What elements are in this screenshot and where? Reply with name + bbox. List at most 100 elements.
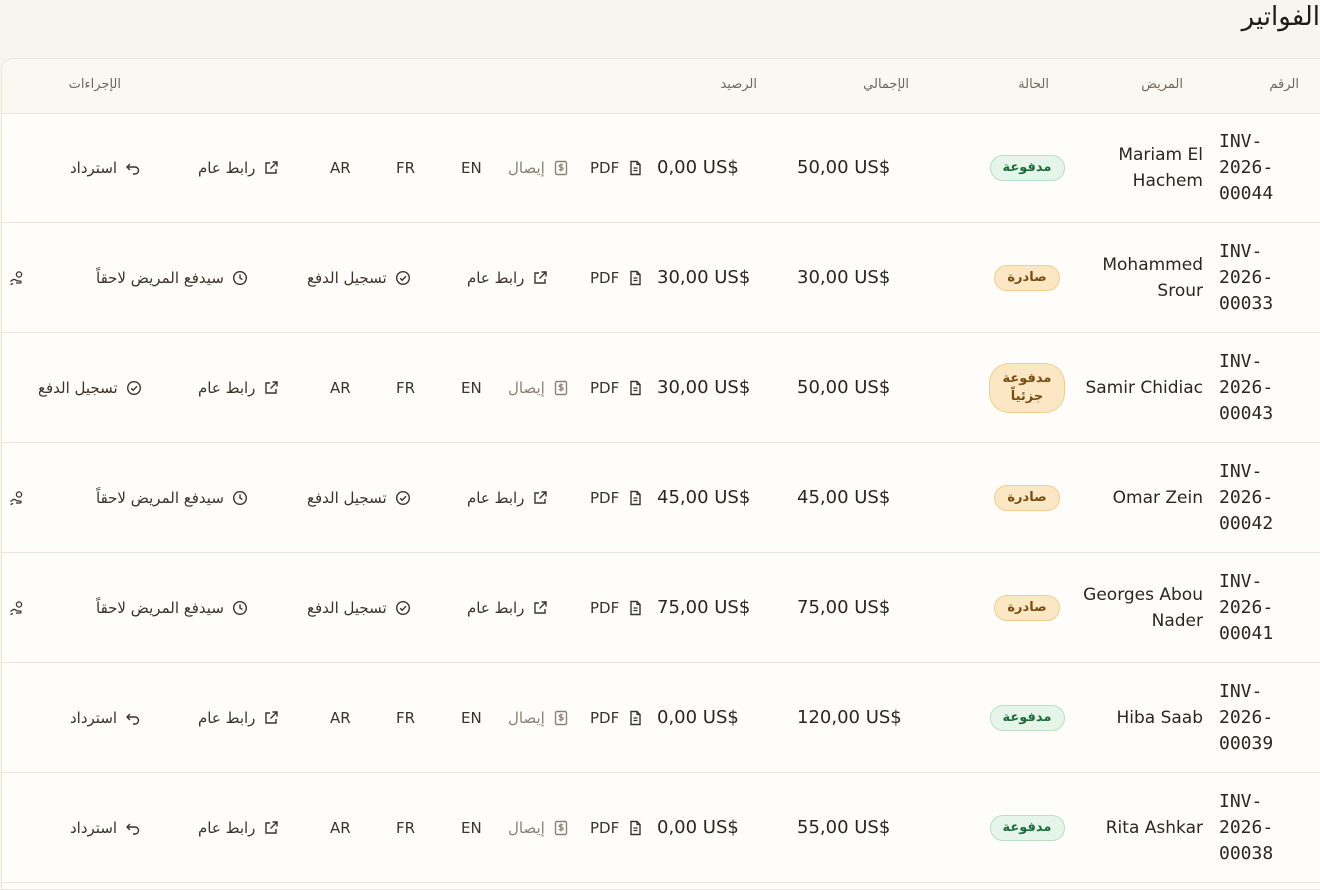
record-payment-button[interactable]: تسجيل الدفع [307, 223, 411, 332]
refund-button[interactable]: استرداد [70, 773, 141, 882]
more-action-button[interactable]: إع [1, 223, 25, 332]
invoice-number[interactable]: INV- 2026- 00033 [1219, 223, 1299, 332]
row-actions: PDF إيصال EN FR AR رابط عام استرداد [2, 113, 649, 222]
action-label: EN [461, 819, 482, 837]
col-patient[interactable]: المريض [1141, 59, 1183, 113]
lang-en-button[interactable]: EN [461, 113, 482, 222]
invoice-number[interactable]: INV- 2026- 00041 [1219, 553, 1299, 662]
status-badge: مدفوعة جزئياً [989, 363, 1065, 413]
lang-en-button[interactable]: EN [461, 773, 482, 882]
public-link-button[interactable]: رابط عام [198, 773, 279, 882]
action-label: رابط عام [467, 269, 524, 287]
undo-icon [125, 710, 141, 726]
refund-button[interactable]: استرداد [70, 113, 141, 222]
invoice-balance: 0,00 US$ [657, 113, 797, 222]
table-row: INV- 2026- 00038 Rita Ashkar مدفوعة 55,0… [2, 773, 1320, 883]
invoice-total: 55,00 US$ [797, 773, 937, 882]
action-label: EN [461, 379, 482, 397]
invoice-number[interactable]: INV- 2026- 00042 [1219, 443, 1299, 552]
pay-later-button[interactable]: سيدفع المريض لاحقاً [96, 553, 248, 662]
more-action-button[interactable]: إع [1, 553, 25, 662]
action-label: إيصال [508, 709, 545, 727]
receipt-button[interactable]: إيصال [508, 663, 569, 772]
more-action-button[interactable]: إع [1, 443, 25, 552]
status-badge: مدفوعة [990, 815, 1065, 841]
public-link-button[interactable]: رابط عام [198, 333, 279, 442]
lang-fr-button[interactable]: FR [396, 773, 415, 882]
invoice-total: 30,00 US$ [797, 223, 937, 332]
refund-button[interactable]: استرداد [70, 663, 141, 772]
pdf-button[interactable]: PDF [590, 113, 643, 222]
pay-later-button[interactable]: سيدفع المريض لاحقاً [96, 223, 248, 332]
col-number[interactable]: الرقم [1269, 59, 1299, 113]
external-link-icon [263, 380, 279, 396]
invoice-balance: 45,00 US$ [657, 443, 797, 552]
invoice-balance: 30,00 US$ [657, 223, 797, 332]
invoice-number[interactable]: INV- 2026- 00043 [1219, 333, 1299, 442]
external-link-icon [263, 820, 279, 836]
pdf-button[interactable]: PDF [590, 443, 643, 552]
table-row: INV- 2026- 00043 Samir Chidiac مدفوعة جز… [2, 333, 1320, 443]
lang-fr-button[interactable]: FR [396, 333, 415, 442]
row-actions: PDF إيصال EN FR AR رابط عام تسجيل الدفع [2, 333, 649, 442]
pay-later-button[interactable]: سيدفع المريض لاحقاً [96, 443, 248, 552]
public-link-button[interactable]: رابط عام [198, 113, 279, 222]
invoice-balance: 30,00 US$ [657, 333, 797, 442]
public-link-button[interactable]: رابط عام [467, 443, 548, 552]
hand-coin-icon [9, 270, 25, 286]
status-cell: صادرة [987, 443, 1067, 552]
table-row: INV- 2026- 00041 Georges Abou Nader صادر… [2, 553, 1320, 663]
invoice-total: 50,00 US$ [797, 113, 937, 222]
pdf-button[interactable]: PDF [590, 333, 643, 442]
check-circle-icon [395, 490, 411, 506]
lang-fr-button[interactable]: FR [396, 113, 415, 222]
record-payment-button[interactable]: تسجيل الدفع [38, 333, 142, 442]
pdf-button[interactable]: PDF [590, 553, 643, 662]
action-label: PDF [590, 709, 619, 727]
document-icon [627, 600, 643, 616]
receipt-button[interactable]: إيصال [508, 333, 569, 442]
external-link-icon [263, 710, 279, 726]
action-label: رابط عام [198, 819, 255, 837]
status-cell: مدفوعة جزئياً [987, 333, 1067, 442]
action-label: FR [396, 159, 415, 177]
receipt-button[interactable]: إيصال [508, 773, 569, 882]
lang-ar-button[interactable]: AR [330, 773, 351, 882]
public-link-button[interactable]: رابط عام [467, 223, 548, 332]
public-link-button[interactable]: رابط عام [198, 663, 279, 772]
action-label: EN [461, 159, 482, 177]
col-total[interactable]: الإجمالي [863, 59, 909, 113]
lang-en-button[interactable]: EN [461, 663, 482, 772]
status-cell: مدفوعة [987, 773, 1067, 882]
undo-icon [125, 820, 141, 836]
action-label: استرداد [70, 159, 117, 177]
document-icon [627, 710, 643, 726]
record-payment-button[interactable]: تسجيل الدفع [307, 553, 411, 662]
col-balance[interactable]: الرصيد [720, 59, 757, 113]
status-badge: مدفوعة [990, 705, 1065, 731]
lang-ar-button[interactable]: AR [330, 663, 351, 772]
table-header: الرقم المريض الحالة الإجمالي الرصيد الإج… [2, 59, 1320, 114]
lang-en-button[interactable]: EN [461, 333, 482, 442]
status-cell: صادرة [987, 553, 1067, 662]
invoice-number[interactable]: INV- 2026- 00039 [1219, 663, 1299, 772]
lang-fr-button[interactable]: FR [396, 663, 415, 772]
record-payment-button[interactable]: تسجيل الدفع [307, 443, 411, 552]
public-link-button[interactable]: رابط عام [467, 553, 548, 662]
check-circle-icon [126, 380, 142, 396]
lang-ar-button[interactable]: AR [330, 333, 351, 442]
receipt-button[interactable]: إيصال [508, 113, 569, 222]
patient-name: Mariam El Hachem [1083, 113, 1203, 222]
table-row: INV- 2026- 00042 Omar Zein صادرة 45,00 U… [2, 443, 1320, 553]
pdf-button[interactable]: PDF [590, 663, 643, 772]
pdf-button[interactable]: PDF [590, 223, 643, 332]
invoice-balance: 0,00 US$ [657, 663, 797, 772]
col-status[interactable]: الحالة [1018, 59, 1049, 113]
action-label: رابط عام [467, 489, 524, 507]
pdf-button[interactable]: PDF [590, 773, 643, 882]
lang-ar-button[interactable]: AR [330, 113, 351, 222]
status-cell: مدفوعة [987, 663, 1067, 772]
invoice-number[interactable]: INV- 2026- 00044 [1219, 113, 1299, 222]
invoice-number[interactable]: INV- 2026- 00038 [1219, 773, 1299, 882]
action-label: سيدفع المريض لاحقاً [96, 269, 224, 287]
